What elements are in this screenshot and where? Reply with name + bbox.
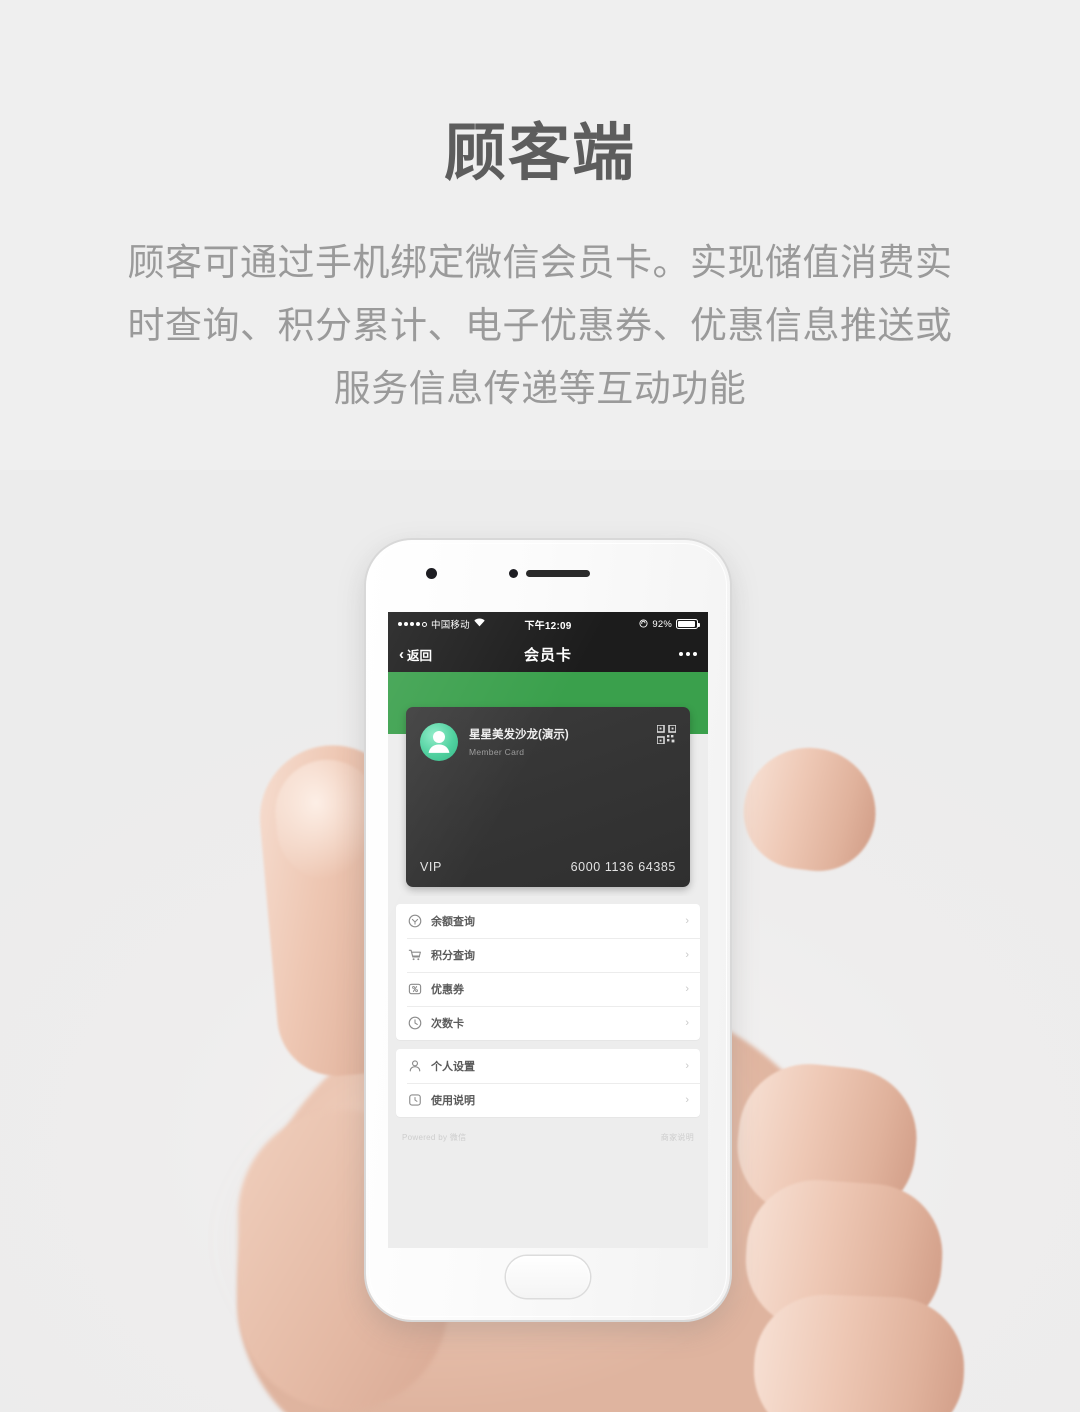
more-dots-icon [679,652,684,656]
earpiece-speaker-icon [526,570,590,577]
membership-card-header: 星星美发沙龙(演示) Member Card [406,707,690,761]
chevron-right-icon: › [685,948,689,961]
menu-item-personal-settings[interactable]: 个人设置 › [396,1049,700,1083]
balance-icon [407,914,422,929]
footer-merchant-note[interactable]: 商家说明 [661,1132,694,1143]
promo-header: 顾客端 顾客可通过手机绑定微信会员卡。实现储值消费实时查询、积分累计、电子优惠券… [0,0,1080,420]
person-settings-icon [407,1059,422,1074]
proximity-sensor-icon [509,569,518,578]
qr-code-icon[interactable] [656,724,677,745]
signal-dots-icon [398,621,427,627]
menu-group-account: 个人设置 › 使用说明 › [396,1049,700,1117]
menu-item-points[interactable]: 积分查询 › [396,938,700,972]
instructions-icon [407,1093,422,1108]
hand-holding-phone-photo: 中国移动 下午12:09 92% ‹ 返回 会员卡 星星美发沙龙(演示) Mem… [0,470,1080,1412]
status-time: 下午12:09 [524,620,572,632]
nav-bar: ‹ 返回 会员卡 [388,636,708,672]
chevron-right-icon: › [685,1059,689,1072]
phone-device: 中国移动 下午12:09 92% ‹ 返回 会员卡 星星美发沙龙(演示) Mem… [366,540,730,1320]
card-level: VIP [420,860,442,874]
phone-screen: 中国移动 下午12:09 92% ‹ 返回 会员卡 星星美发沙龙(演示) Mem… [388,612,708,1248]
wifi-icon [474,618,485,630]
status-bar: 中国移动 下午12:09 92% [388,612,708,636]
chevron-right-icon: › [685,914,689,927]
card-subtitle: Member Card [469,747,525,757]
coupon-icon [407,982,422,997]
footer-powered-by: Powered by 微信 [402,1133,467,1142]
battery-percent-label: 92% [652,618,673,630]
chevron-right-icon: › [685,1016,689,1029]
menu-item-balance[interactable]: 余额查询 › [396,904,700,938]
status-bar-left: 中国移动 [398,617,525,631]
front-camera-icon [426,568,437,579]
menu-item-label: 余额查询 [431,916,475,928]
menu-item-label: 个人设置 [431,1061,475,1073]
finger-index [737,740,883,878]
menu-item-label: 使用说明 [431,1095,475,1107]
more-dots-icon [686,652,691,656]
more-dots-icon [693,652,698,656]
shop-name: 星星美发沙龙(演示) [469,729,569,741]
menu-area: 余额查询 › 积分查询 › 优惠券 › 次数卡 › 个人设置 › 使用说明 › … [388,896,708,1248]
membership-card[interactable]: 星星美发沙龙(演示) Member Card VIP 6000 1136 643… [406,707,690,887]
chevron-right-icon: › [685,1093,689,1106]
screen-title: 会员卡 [524,646,573,664]
menu-item-instructions[interactable]: 使用说明 › [396,1083,700,1117]
menu-item-label: 优惠券 [431,984,464,996]
membership-card-footer: VIP 6000 1136 64385 [406,847,690,887]
chevron-left-icon: ‹ [399,645,404,663]
menu-item-times-card[interactable]: 次数卡 › [396,1006,700,1040]
home-button[interactable] [506,1256,590,1298]
carrier-label: 中国移动 [431,620,470,631]
points-cart-icon [407,948,422,963]
rotation-lock-icon [639,618,648,630]
status-bar-right: 92% [572,618,701,630]
battery-icon [676,619,701,629]
chevron-right-icon: › [685,982,689,995]
back-button-label: 返回 [407,648,433,663]
promo-description: 顾客可通过手机绑定微信会员卡。实现储值消费实时查询、积分累计、电子优惠券、优惠信… [127,242,953,410]
more-menu-button[interactable] [572,652,698,656]
card-number: 6000 1136 64385 [570,860,676,874]
times-card-icon [407,1016,422,1031]
menu-item-coupon[interactable]: 优惠券 › [396,972,700,1006]
membership-card-titles: 星星美发沙龙(演示) Member Card [469,723,657,757]
screen-footer: Powered by 微信 商家说明 [388,1126,708,1143]
page-title: 顾客端 [443,119,636,188]
finger-pinky [751,1292,967,1412]
menu-group-services: 余额查询 › 积分查询 › 优惠券 › 次数卡 › [396,904,700,1040]
back-button[interactable]: ‹ 返回 [399,645,524,664]
menu-item-label: 积分查询 [431,950,475,962]
avatar-logo-icon [420,723,458,761]
menu-item-label: 次数卡 [431,1018,464,1030]
